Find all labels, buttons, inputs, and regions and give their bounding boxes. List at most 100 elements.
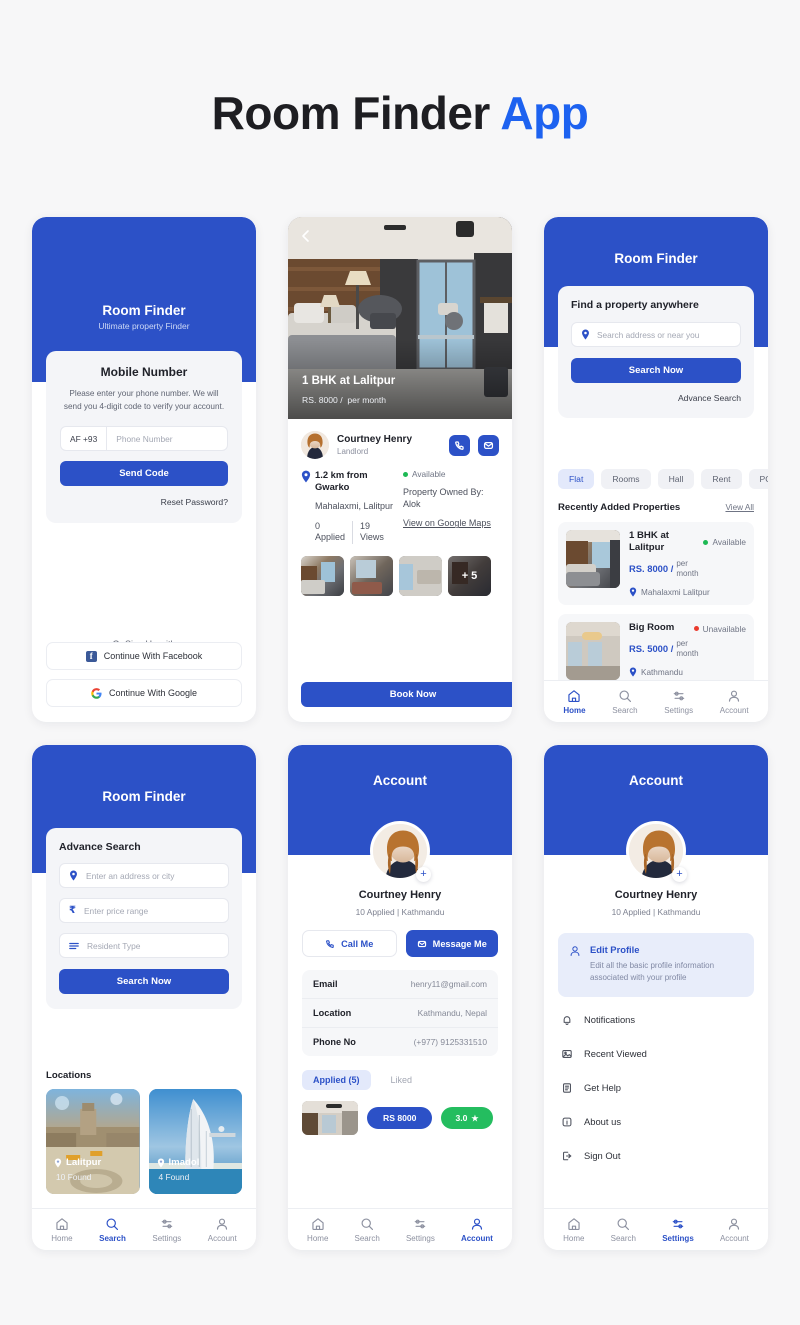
- page-title: Room Finder App: [0, 86, 800, 140]
- phone-input-group[interactable]: AF +93 Phone Number: [60, 426, 228, 452]
- property-price-row: RS. 8000 / per month: [629, 559, 746, 578]
- table-row: Email henry11@gmail.com: [302, 970, 498, 999]
- nav-item-settings[interactable]: Settings: [152, 1217, 181, 1243]
- chip-rent[interactable]: Rent: [701, 469, 742, 489]
- nav-item-search[interactable]: Search: [611, 1217, 636, 1243]
- card-title: Mobile Number: [100, 365, 188, 379]
- account-info-table: Email henry11@gmail.com Location Kathman…: [302, 970, 498, 1056]
- property-price-period: per month: [347, 395, 387, 405]
- settings-item-label: About us: [584, 1116, 622, 1128]
- tab-applied[interactable]: Applied (5): [302, 1070, 371, 1090]
- back-icon[interactable]: [299, 229, 313, 243]
- nav-item-settings[interactable]: Settings: [406, 1217, 435, 1243]
- resident-type-placeholder: Resident Type: [87, 940, 141, 951]
- property-list-item[interactable]: 1 BHK at Lalitpur Available RS. 8000 / p…: [558, 522, 754, 606]
- nav-item-account[interactable]: Account: [720, 1217, 749, 1243]
- property-hero: 1 BHK at Lalitpur RS. 8000 / per month: [288, 217, 512, 419]
- country-code-select[interactable]: AF +93: [61, 427, 108, 451]
- settings-item-recent-viewed[interactable]: Recent Viewed: [558, 1037, 754, 1071]
- location-card-lalitpur[interactable]: Lalitpur 10 Found: [46, 1089, 140, 1194]
- property-info: 1 BHK at Lalitpur Available RS. 8000 / p…: [629, 530, 746, 597]
- chip-pg[interactable]: PG: [748, 469, 768, 489]
- property-thumbnail: [566, 622, 620, 681]
- more-photos-overlay[interactable]: + 5: [448, 555, 491, 596]
- nav-item-settings[interactable]: Settings: [662, 1217, 694, 1243]
- search-now-button[interactable]: Search Now: [59, 969, 229, 994]
- views-count: 19: [360, 520, 371, 531]
- property-list-item[interactable]: Big Room Unavailable RS. 5000 / per mont…: [558, 614, 754, 689]
- call-me-button[interactable]: Call Me: [302, 930, 397, 957]
- advance-search-link[interactable]: Advance Search: [571, 393, 741, 403]
- chip-hall[interactable]: Hall: [657, 469, 695, 489]
- message-me-label: Message Me: [432, 938, 487, 949]
- nav-item-home[interactable]: Home: [563, 1217, 584, 1243]
- phone-number-input[interactable]: Phone Number: [107, 434, 172, 444]
- status-dot-icon: [703, 539, 709, 545]
- thumbnail-1[interactable]: [301, 555, 344, 596]
- thumbnail-4[interactable]: + 5: [448, 555, 491, 596]
- info-key: Phone No: [313, 1037, 356, 1047]
- thumbnail-2[interactable]: [350, 555, 393, 596]
- nav-item-account[interactable]: Account: [461, 1217, 493, 1243]
- settings-list: Notifications Recent Viewed Get Help Abo…: [544, 1003, 768, 1173]
- bottom-nav: Home Search Settings Account: [32, 1208, 256, 1250]
- nav-item-settings[interactable]: Settings: [664, 689, 693, 715]
- thumbnail-3[interactable]: [399, 555, 442, 596]
- settings-item-edit-profile[interactable]: Edit Profile Edit all the basic profile …: [558, 933, 754, 997]
- nav-item-search[interactable]: Search: [99, 1217, 126, 1243]
- settings-item-sign-out[interactable]: Sign Out: [558, 1139, 754, 1173]
- add-photo-button[interactable]: +: [416, 867, 431, 882]
- reset-password-link[interactable]: Reset Password?: [60, 497, 228, 507]
- list-icon: [69, 941, 79, 951]
- nav-item-search[interactable]: Search: [612, 689, 638, 715]
- location-pin-icon: [629, 587, 637, 597]
- user-icon: [569, 944, 581, 985]
- view-on-google-maps-link[interactable]: View on Google Maps: [403, 517, 491, 529]
- nav-item-home[interactable]: Home: [51, 1217, 73, 1243]
- nav-item-search[interactable]: Search: [354, 1217, 380, 1243]
- book-now-button[interactable]: Book Now: [301, 682, 512, 707]
- chip-rooms[interactable]: Rooms: [601, 469, 651, 489]
- location-card-imadol[interactable]: Imadol 4 Found: [148, 1089, 242, 1194]
- phone-icon: [325, 939, 335, 949]
- add-photo-button[interactable]: +: [672, 867, 687, 882]
- owner-text: Courtney Henry Landlord: [337, 434, 441, 456]
- property-owner-col: Available Property Owned By: Alok View o…: [403, 469, 499, 544]
- search-now-button[interactable]: Search Now: [571, 358, 741, 383]
- nav-item-account[interactable]: Account: [720, 689, 749, 715]
- nav-label: Home: [563, 1233, 585, 1243]
- nav-label: Account: [207, 1233, 237, 1243]
- google-label: Continue With Google: [108, 688, 198, 698]
- applied-list-item[interactable]: RS 8000 3.0 ★: [302, 1101, 498, 1135]
- advance-search-title: Advance Search: [59, 841, 141, 853]
- property-stats: 0 Applied 19 Views: [315, 520, 397, 544]
- message-me-button[interactable]: Message Me: [405, 930, 498, 957]
- property-info: Big Room Unavailable RS. 5000 / per mont…: [629, 622, 746, 680]
- nav-item-account[interactable]: Account: [208, 1217, 237, 1243]
- nav-item-home[interactable]: Home: [563, 689, 586, 715]
- tab-liked[interactable]: Liked: [380, 1070, 424, 1090]
- edit-profile-title: Edit Profile: [590, 944, 640, 955]
- account-tabs: Applied (5) Liked: [288, 1056, 512, 1090]
- chip-flat[interactable]: Flat: [558, 469, 595, 489]
- sliders-icon: [673, 691, 684, 700]
- property-period: per month: [676, 558, 699, 578]
- location-pin-icon: [54, 1157, 62, 1168]
- card-description: Please enter your phone number. We will …: [63, 389, 225, 411]
- address-field[interactable]: Enter an address or city: [59, 863, 229, 888]
- phone-icon[interactable]: [449, 434, 470, 456]
- nav-item-home[interactable]: Home: [307, 1217, 328, 1243]
- property-location-col: 1.2 km from Gwarko Mahalaxmi, Lalitpur 0…: [301, 469, 397, 544]
- resident-type-field[interactable]: Resident Type: [59, 933, 229, 958]
- settings-item-get-help[interactable]: Get Help: [558, 1071, 754, 1105]
- send-code-button[interactable]: Send Code: [60, 461, 228, 487]
- settings-item-notifications[interactable]: Notifications: [558, 1003, 754, 1037]
- nav-label: Home: [307, 1233, 329, 1243]
- mail-icon[interactable]: [478, 434, 499, 456]
- continue-with-google-button[interactable]: Continue With Google: [46, 679, 242, 707]
- price-range-field[interactable]: ₹ Enter price range: [59, 898, 229, 923]
- settings-item-about-us[interactable]: About us: [558, 1105, 754, 1139]
- continue-with-facebook-button[interactable]: f Continue With Facebook: [46, 642, 242, 670]
- view-all-link[interactable]: View All: [725, 503, 754, 512]
- search-input[interactable]: Search address or near you: [571, 322, 741, 347]
